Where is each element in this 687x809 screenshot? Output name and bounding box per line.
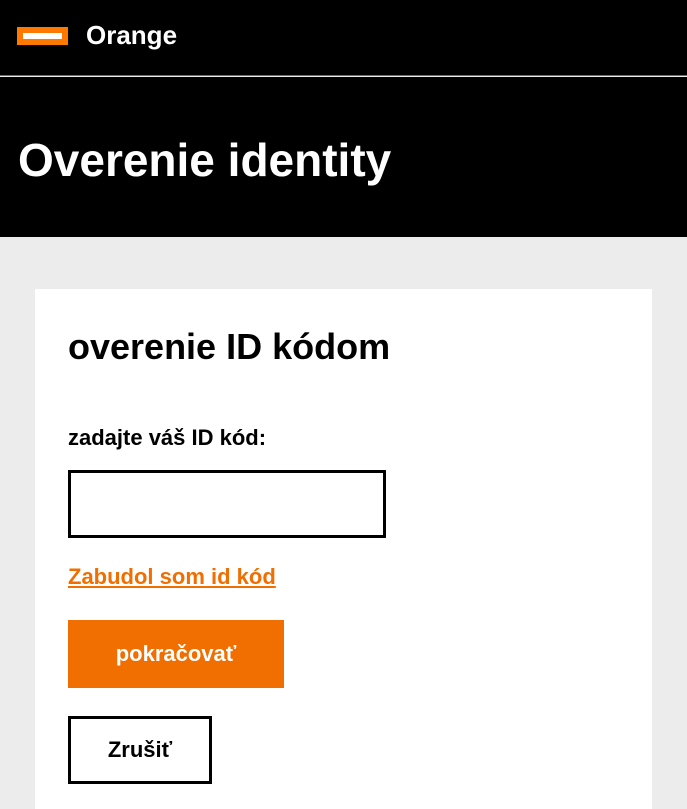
forgot-id-code-link[interactable]: Zabudol som id kód [68,563,276,591]
cancel-button[interactable]: Zrušiť [68,716,212,784]
id-code-input[interactable] [68,470,386,538]
orange-logo-icon[interactable] [17,27,68,45]
brand-name[interactable]: Orange [86,19,177,51]
top-bar: Orange [0,0,687,76]
card-title: overenie ID kódom [68,326,391,367]
continue-button[interactable]: pokračovať [68,620,284,688]
page-title: Overenie identity [18,134,392,186]
id-code-label: zadajte váš ID kód: [68,425,267,450]
logo-bar [23,33,62,39]
